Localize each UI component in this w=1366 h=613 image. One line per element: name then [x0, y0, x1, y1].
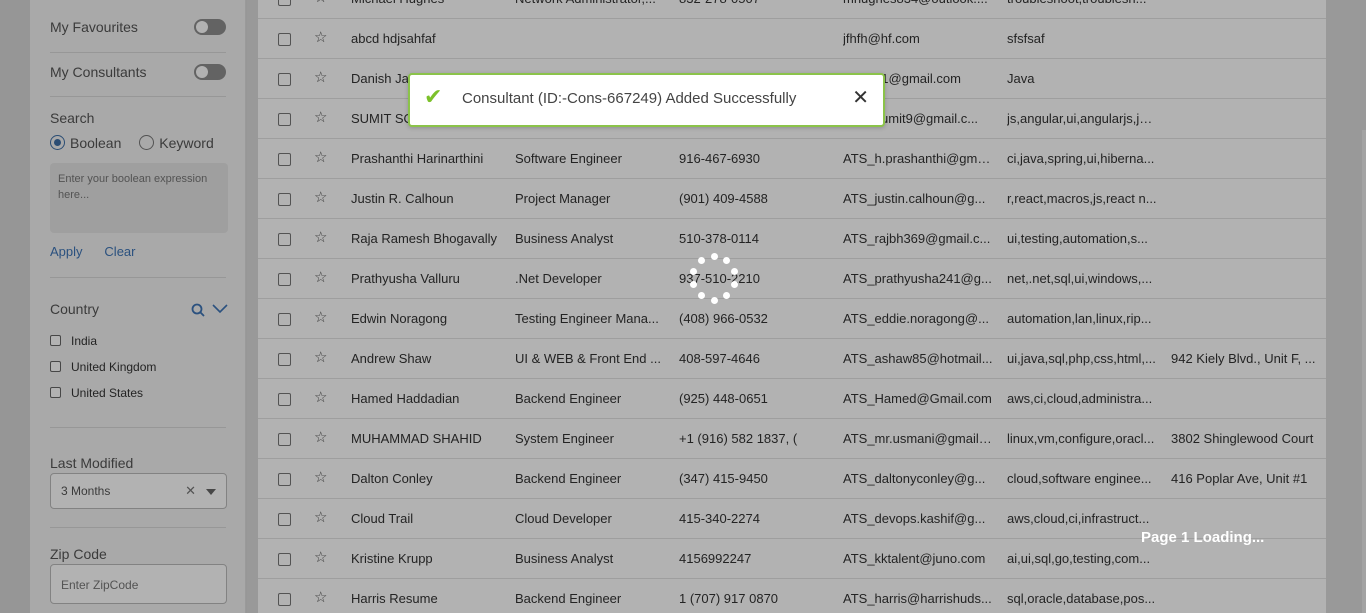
- spinner-dot: [710, 252, 718, 260]
- spinner-dot: [723, 256, 731, 264]
- loading-spinner-icon: [687, 251, 741, 305]
- success-toast: ✔ Consultant (ID:-Cons-667249) Added Suc…: [408, 73, 885, 127]
- spinner-dot: [689, 281, 697, 289]
- close-icon[interactable]: ✕: [852, 87, 869, 109]
- spinner-dot: [689, 267, 697, 275]
- spinner-dot: [710, 296, 718, 304]
- check-icon: ✔: [424, 84, 443, 109]
- toast-message: Consultant (ID:-Cons-667249) Added Succe…: [462, 90, 797, 107]
- spinner-dot: [723, 292, 731, 300]
- spinner-dot: [731, 267, 739, 275]
- spinner-dot: [697, 256, 705, 264]
- spinner-dot: [731, 281, 739, 289]
- spinner-dot: [697, 292, 705, 300]
- page-loading-text: Page 1 Loading...: [1141, 529, 1265, 546]
